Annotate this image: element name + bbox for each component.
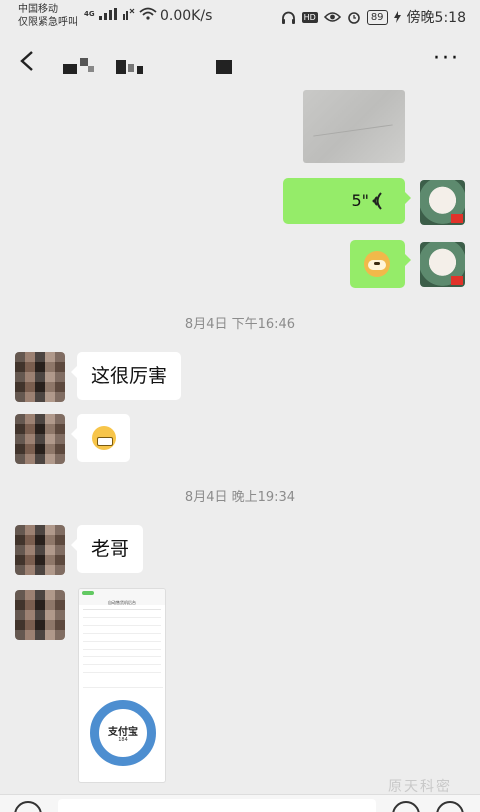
plus-icon[interactable]: [436, 801, 464, 812]
voice-toggle-icon[interactable]: [14, 801, 42, 812]
contact-avatar[interactable]: [15, 414, 65, 464]
screenshot-table: [83, 609, 161, 650]
headphones-icon: [281, 11, 295, 24]
watermark: 原天科密: [388, 779, 452, 795]
screenshot-chart-card: 支付宝 184: [83, 687, 163, 771]
ring-value: 184: [118, 737, 128, 743]
hd-icon: HD: [301, 11, 318, 23]
no-signal-icon: [122, 8, 135, 20]
screenshot-title: 自动售货机后台: [108, 600, 136, 605]
contact-name-pixelated: [58, 52, 238, 76]
wifi-icon: [139, 7, 157, 20]
image-message[interactable]: [303, 90, 405, 163]
signal-icon: [98, 7, 117, 20]
my-avatar[interactable]: [420, 180, 465, 225]
donut-ring: 支付宝 184: [90, 700, 156, 766]
screenshot-topbar: 自动售货机后台: [79, 589, 165, 605]
voice-wave-icon: [372, 192, 382, 210]
network-type: 4G: [84, 9, 95, 18]
chat-header: ···: [0, 40, 480, 84]
carrier-info: 中国移动 仅限紧急呼叫: [18, 3, 78, 29]
contact-avatar[interactable]: [15, 590, 65, 640]
ring-label: 支付宝: [108, 727, 138, 738]
clock: 傍晚5:18: [406, 10, 466, 26]
sticker-message[interactable]: [350, 240, 411, 288]
screenshot-image-message[interactable]: 自动售货机后台 支付宝 184: [78, 588, 166, 783]
flag-icon: [451, 276, 463, 285]
battery-indicator: 89: [366, 9, 388, 25]
more-dots-icon[interactable]: ···: [433, 48, 460, 70]
grin-emoji-icon: [92, 426, 116, 450]
contact-avatar[interactable]: [15, 352, 65, 402]
voice-message[interactable]: 5": [283, 178, 411, 224]
timestamp: 8月4日 晚上19:34: [184, 490, 296, 505]
right-status: HD 89 傍晚5:18: [281, 7, 466, 27]
eye-icon: [323, 12, 341, 22]
network-icons: 4G: [84, 7, 157, 20]
voice-duration: 5": [351, 191, 369, 210]
doge-emoji-icon: [364, 251, 390, 277]
timestamp: 8月4日 下午16:46: [184, 317, 296, 332]
flag-icon: [451, 214, 463, 223]
my-avatar[interactable]: [420, 242, 465, 287]
emergency-only: 仅限紧急呼叫: [18, 17, 78, 28]
carrier-name: 中国移动: [18, 4, 58, 15]
chevron-left-icon[interactable]: [16, 46, 40, 76]
input-bar: [0, 794, 480, 812]
text-message[interactable]: 这很厉害: [70, 352, 182, 400]
charging-icon: [393, 11, 401, 23]
message-input[interactable]: [58, 799, 376, 812]
contact-avatar[interactable]: [15, 525, 65, 575]
emoji-icon[interactable]: [392, 801, 420, 812]
emoji-message[interactable]: [71, 414, 130, 462]
alarm-icon: [348, 12, 360, 24]
status-bar: 中国移动 仅限紧急呼叫 4G 0.00K/s HD 89 傍晚5:18: [0, 0, 480, 34]
network-speed: 0.00K/s: [160, 8, 213, 24]
text-message[interactable]: 老哥: [70, 525, 144, 573]
screenshot-section: [83, 656, 161, 676]
